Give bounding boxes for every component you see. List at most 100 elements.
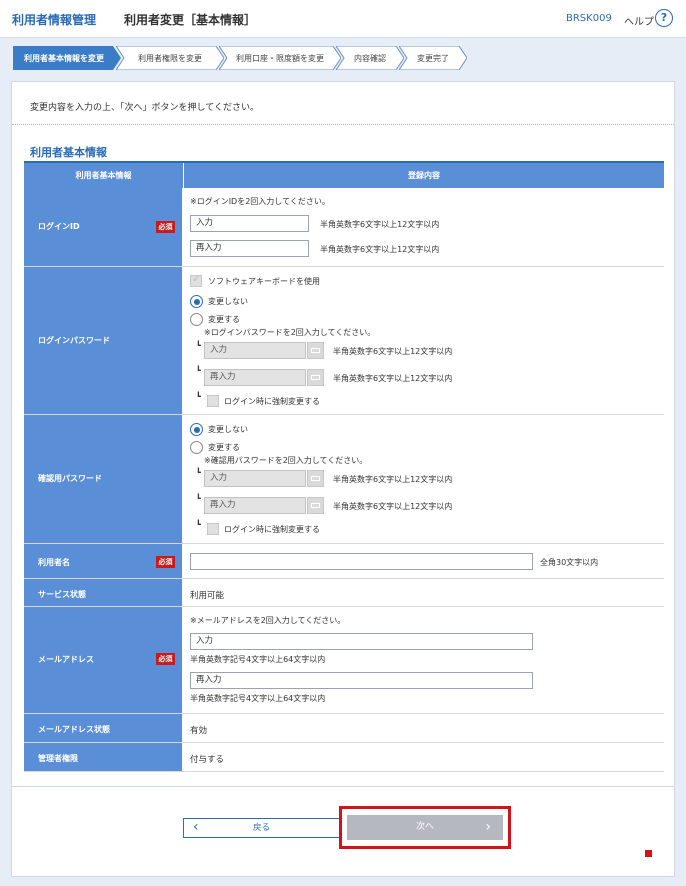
required-badge: 必須 (156, 653, 175, 665)
row-content: ※メールアドレスを2回入力してください。 入力 半角英数字記号4文字以上64文字… (184, 607, 664, 713)
row-label: 管理者権限 (24, 743, 183, 771)
indent-icon: ┗ (196, 392, 201, 401)
password-force-change-label: ログイン時に強制変更する (224, 397, 320, 406)
help-icon[interactable]: ? (655, 9, 673, 27)
confirm-change-radio[interactable] (190, 441, 203, 454)
confirm-no-change-radio[interactable] (190, 423, 203, 436)
column-header-item: 利用者基本情報 (24, 163, 183, 188)
service-status-label: サービス状態 (38, 590, 86, 599)
row-label: メールアドレス 必須 (24, 607, 183, 713)
step-4: 内容確認 (336, 46, 404, 70)
row-admin-authority: 管理者権限 付与する (24, 743, 664, 772)
confirm-force-change-label: ログイン時に強制変更する (224, 525, 320, 534)
row-content: 付与する (184, 743, 664, 771)
step-label: 利用者権限を変更 (138, 54, 202, 63)
keyboard-icon[interactable] (307, 369, 324, 386)
keyboard-icon[interactable] (307, 342, 324, 359)
confirm-force-change-checkbox[interactable] (207, 523, 219, 535)
row-content: 有効 (184, 714, 664, 742)
keyboard-icon[interactable] (307, 497, 324, 514)
row-user-name: 利用者名 必須 全角30文字以内 (24, 544, 664, 579)
password-no-change-label: 変更しない (208, 297, 248, 306)
row-label: メールアドレス状態 (24, 714, 183, 742)
software-keyboard-checkbox[interactable] (190, 274, 202, 287)
column-header-content: 登録内容 (184, 163, 664, 188)
row-label: ログインパスワード (24, 267, 183, 414)
password-change-label: 変更する (208, 315, 240, 324)
app-header: 利用者情報管理 利用者変更［基本情報］ BRSK009 ヘルプ ? (0, 0, 686, 38)
email-input[interactable]: 入力 (190, 633, 533, 650)
row-label: サービス状態 (24, 579, 183, 606)
app-title[interactable]: 利用者情報管理 (12, 11, 96, 28)
section-title: 利用者基本情報 (30, 146, 107, 159)
step-5: 変更完了 (399, 46, 467, 70)
row-login-password: ログインパスワード ソフトウェアキーボードを使用 変更しない 変更する ※ログイ… (24, 267, 664, 415)
keyboard-icon[interactable] (307, 470, 324, 487)
chevron-left-icon: ‹ (193, 819, 199, 835)
confirm-note: ※確認用パスワードを2回入力してください。 (204, 456, 368, 465)
password-force-change-checkbox[interactable] (207, 395, 219, 407)
email-label: メールアドレス (38, 655, 94, 664)
login-id-confirm-input[interactable]: 再入力 (190, 240, 309, 257)
login-id-note: ※ログインIDを2回入力してください。 (190, 197, 330, 206)
step-label: 利用口座・限度額を変更 (236, 54, 324, 63)
confirm-password-hint: 半角英数字6文字以上12文字以内 (333, 475, 453, 484)
indent-icon: ┗ (196, 341, 201, 350)
help-link[interactable]: ヘルプ (624, 13, 654, 28)
password-confirm-hint: 半角英数字6文字以上12文字以内 (333, 374, 453, 383)
required-badge: 必須 (156, 221, 175, 233)
email-confirm-input[interactable]: 再入力 (190, 672, 533, 689)
row-label: 確認用パスワード (24, 415, 183, 543)
intro-text: 変更内容を入力の上、「次へ」ボタンを押してください。 (30, 103, 259, 113)
confirm-password-input[interactable]: 入力 (204, 470, 306, 487)
user-name-label: 利用者名 (38, 558, 70, 567)
step-3: 利用口座・限度額を変更 (219, 46, 341, 70)
confirm-password-confirm-input[interactable]: 再入力 (204, 497, 306, 514)
confirm-password-label: 確認用パスワード (38, 474, 102, 483)
divider (12, 786, 674, 787)
main-panel: 変更内容を入力の上、「次へ」ボタンを押してください。 利用者基本情報 利用者基本… (11, 81, 675, 877)
next-button-label: 次へ (415, 822, 434, 832)
row-content: ※ログインIDを2回入力してください。 入力 半角英数字6文字以上12文字以内 … (184, 188, 664, 266)
row-content: ソフトウェアキーボードを使用 変更しない 変更する ※ログインパスワードを2回入… (184, 267, 664, 414)
login-id-label: ログインID (38, 222, 80, 231)
password-hint: 半角英数字6文字以上12文字以内 (333, 347, 453, 356)
login-id-confirm-hint: 半角英数字6文字以上12文字以内 (320, 245, 440, 254)
back-button-label: 戻る (252, 823, 270, 833)
next-button[interactable]: 次へ › (347, 815, 503, 840)
chevron-right-icon: › (485, 819, 491, 835)
user-name-input[interactable] (190, 553, 533, 570)
password-note: ※ログインパスワードを2回入力してください。 (204, 328, 376, 337)
row-email-status: メールアドレス状態 有効 (24, 714, 664, 743)
indent-icon: ┗ (196, 520, 201, 529)
confirm-password-confirm-hint: 半角英数字6文字以上12文字以内 (333, 502, 453, 511)
email-hint: 半角英数字記号4文字以上64文字以内 (190, 655, 326, 664)
admin-authority-label: 管理者権限 (38, 754, 78, 763)
step-indicator: 利用者基本情報を変更 利用者権限を変更 利用口座・限度額を変更 内容確認 変更完… (13, 46, 473, 70)
row-login-id: ログインID 必須 ※ログインIDを2回入力してください。 入力 半角英数字6文… (24, 188, 664, 267)
page-title: 利用者変更［基本情報］ (124, 13, 257, 27)
row-content: 利用可能 (184, 579, 664, 606)
back-button[interactable]: ‹ 戻る (183, 818, 340, 838)
step-2: 利用者権限を変更 (116, 46, 224, 70)
password-no-change-radio[interactable] (190, 295, 203, 308)
indent-icon: ┗ (196, 494, 201, 503)
admin-authority-value: 付与する (190, 755, 225, 765)
row-confirm-password: 確認用パスワード 変更しない 変更する ※確認用パスワードを2回入力してください… (24, 415, 664, 544)
step-1: 利用者基本情報を変更 (13, 46, 121, 70)
confirm-no-change-label: 変更しない (208, 425, 248, 434)
service-status-value: 利用可能 (190, 591, 225, 601)
password-input[interactable]: 入力 (204, 342, 306, 359)
login-id-input[interactable]: 入力 (190, 215, 309, 232)
required-badge: 必須 (156, 556, 175, 568)
row-service-status: サービス状態 利用可能 (24, 579, 664, 607)
indent-icon: ┗ (196, 468, 201, 477)
screen-code: BRSK009 (566, 13, 612, 24)
divider (12, 124, 674, 125)
email-confirm-hint: 半角英数字記号4文字以上64文字以内 (190, 694, 326, 703)
software-keyboard-label: ソフトウェアキーボードを使用 (208, 277, 320, 286)
password-confirm-input[interactable]: 再入力 (204, 369, 306, 386)
indent-icon: ┗ (196, 366, 201, 375)
user-name-hint: 全角30文字以内 (540, 558, 599, 567)
password-change-radio[interactable] (190, 313, 203, 326)
